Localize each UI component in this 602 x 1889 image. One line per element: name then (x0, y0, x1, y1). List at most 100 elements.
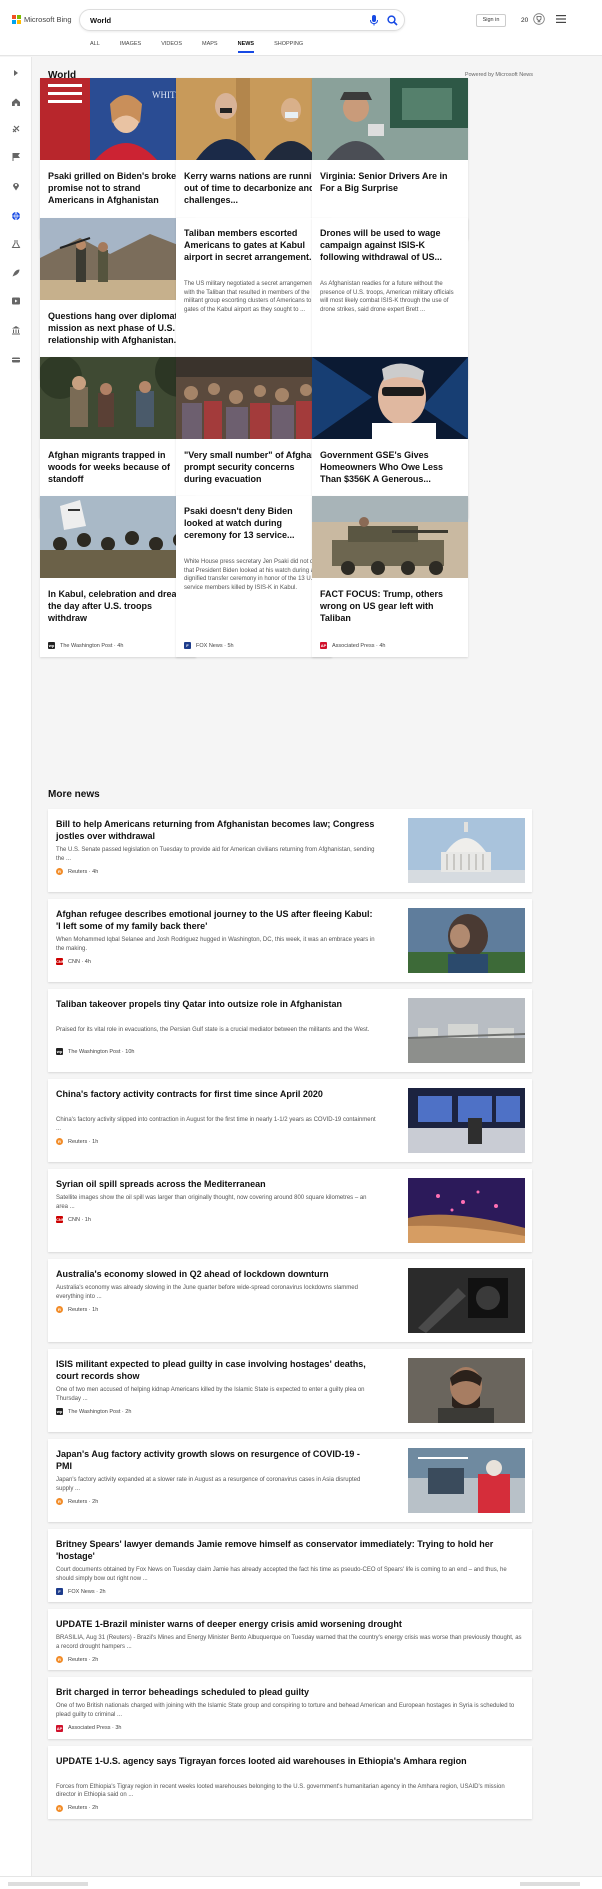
news-card[interactable]: Questions hang over diplomatic mission a… (40, 218, 196, 379)
search-input[interactable] (90, 14, 350, 27)
tab-shopping[interactable]: SHOPPING (274, 41, 303, 53)
news-source[interactable]: R Reuters · 1h (56, 1306, 98, 1314)
sidebar-home-icon[interactable] (11, 97, 21, 107)
news-card-title[interactable]: Virginia: Senior Drivers Are in For a Bi… (320, 170, 460, 194)
news-card[interactable]: Government GSE's Gives Homeowners Who Ow… (312, 357, 468, 518)
news-card[interactable]: Taliban members escorted Americans to ga… (176, 218, 332, 379)
sidebar-location-icon[interactable] (11, 181, 21, 191)
more-news-title[interactable]: ISIS militant expected to plead guilty i… (56, 1358, 376, 1382)
more-news-title[interactable]: UPDATE 1-Brazil minister warns of deeper… (56, 1618, 524, 1630)
search-box[interactable] (79, 9, 405, 31)
news-card-title[interactable]: Kerry warns nations are running out of t… (184, 170, 324, 206)
more-news-thumbnail[interactable] (408, 818, 525, 883)
news-card-image[interactable] (40, 357, 196, 439)
tab-videos[interactable]: VIDEOS (161, 41, 182, 53)
news-card[interactable]: WHITE HOUSE Psaki grilled on Biden's brok… (40, 78, 196, 239)
news-source[interactable]: CNN CNN · 4h (56, 958, 91, 966)
more-news-thumbnail[interactable] (408, 1358, 525, 1423)
sidebar-expand-icon[interactable] (11, 68, 21, 78)
microphone-icon[interactable] (369, 15, 379, 26)
news-source[interactable]: R Reuters · 1h (56, 1138, 98, 1146)
news-card-title[interactable]: "Very small number" of Afghans prompt se… (184, 449, 324, 485)
rewards-points[interactable]: 20 (521, 17, 528, 24)
news-card-image[interactable] (40, 496, 196, 578)
more-news-thumbnail[interactable] (408, 1178, 525, 1243)
more-news-title[interactable]: Britney Spears' lawyer demands Jamie rem… (56, 1538, 524, 1562)
news-source[interactable]: F FOX News · 5h (184, 642, 234, 649)
bing-logo[interactable]: Microsoft Bing (12, 15, 72, 24)
more-news-title[interactable]: Syrian oil spill spreads across the Medi… (56, 1178, 376, 1190)
more-news-item[interactable]: Bill to help Americans returning from Af… (48, 809, 532, 892)
more-news-item[interactable]: Australia's economy slowed in Q2 ahead o… (48, 1259, 532, 1342)
news-source[interactable]: AP Associated Press · 4h (320, 642, 386, 649)
more-news-item[interactable]: China's factory activity contracts for f… (48, 1079, 532, 1162)
more-news-item[interactable]: Brit charged in terror beheadings schedu… (48, 1677, 532, 1739)
news-source[interactable]: wp The Washington Post · 2h (56, 1408, 131, 1416)
more-news-title[interactable]: Taliban takeover propels tiny Qatar into… (56, 998, 376, 1010)
news-source[interactable]: AP Associated Press · 3h (56, 1724, 122, 1732)
news-card-title[interactable]: Taliban members escorted Americans to ga… (184, 227, 324, 263)
news-card[interactable]: Drones will be used to wage campaign aga… (312, 218, 468, 379)
search-icon[interactable] (387, 15, 398, 26)
more-news-item[interactable]: ISIS militant expected to plead guilty i… (48, 1349, 532, 1432)
sidebar-money-icon[interactable] (11, 355, 21, 365)
news-card[interactable]: In Kabul, celebration and dread the day … (40, 496, 196, 657)
sidebar-flag-icon[interactable] (11, 152, 21, 162)
news-source[interactable]: CNN CNN · 1h (56, 1216, 91, 1224)
more-news-thumbnail[interactable] (408, 1268, 525, 1333)
more-news-thumbnail[interactable] (408, 1448, 525, 1513)
news-card[interactable]: Kerry warns nations are running out of t… (176, 78, 332, 239)
sidebar-government-icon[interactable] (11, 325, 21, 335)
news-card[interactable]: Psaki doesn't deny Biden looked at watch… (176, 496, 332, 657)
more-news-item[interactable]: UPDATE 1-U.S. agency says Tigrayan force… (48, 1745, 532, 1819)
more-news-thumbnail[interactable] (408, 908, 525, 973)
news-card[interactable]: Virginia: Senior Drivers Are in For a Bi… (312, 78, 468, 239)
news-source[interactable]: R Reuters · 2h (56, 1804, 98, 1812)
more-news-title[interactable]: China's factory activity contracts for f… (56, 1088, 376, 1100)
news-card-image[interactable] (176, 357, 332, 439)
sidebar-rocket-icon[interactable] (11, 268, 21, 278)
news-source[interactable]: wp The Washington Post · 10h (56, 1048, 134, 1056)
news-card-title[interactable]: Drones will be used to wage campaign aga… (320, 227, 460, 263)
news-card-title[interactable]: Psaki doesn't deny Biden looked at watch… (184, 505, 324, 541)
news-source[interactable]: R Reuters · 4h (56, 868, 98, 876)
news-card[interactable]: FACT FOCUS: Trump, others wrong on US ge… (312, 496, 468, 657)
more-news-item[interactable]: Syrian oil spill spreads across the Medi… (48, 1169, 532, 1252)
hamburger-menu-icon[interactable] (556, 15, 566, 23)
more-news-item[interactable]: Britney Spears' lawyer demands Jamie rem… (48, 1529, 532, 1603)
news-card-image[interactable] (312, 78, 468, 160)
news-card-title[interactable]: Government GSE's Gives Homeowners Who Ow… (320, 449, 460, 485)
news-card-image[interactable] (176, 78, 332, 160)
more-news-title[interactable]: Brit charged in terror beheadings schedu… (56, 1686, 524, 1698)
sign-in-button[interactable]: Sign in (476, 14, 506, 27)
news-card-title[interactable]: Psaki grilled on Biden's broken promise … (48, 170, 188, 206)
news-card[interactable]: "Very small number" of Afghans prompt se… (176, 357, 332, 518)
tab-maps[interactable]: MAPS (202, 41, 218, 53)
news-card[interactable]: Afghan migrants trapped in woods for wee… (40, 357, 196, 518)
tab-images[interactable]: IMAGES (120, 41, 141, 53)
news-card-title[interactable]: Questions hang over diplomatic mission a… (48, 310, 188, 346)
sidebar-entertainment-icon[interactable] (11, 296, 21, 306)
sidebar-globe-icon[interactable] (11, 211, 21, 221)
more-news-thumbnail[interactable] (408, 998, 525, 1063)
more-news-thumbnail[interactable] (408, 1088, 525, 1153)
more-news-item[interactable]: Afghan refugee describes emotional journ… (48, 899, 532, 982)
news-card-image[interactable] (40, 218, 196, 300)
news-source[interactable]: wp The Washington Post · 4h (48, 642, 123, 649)
sidebar-sports-icon[interactable] (11, 124, 21, 134)
more-news-item[interactable]: Japan's Aug factory activity growth slow… (48, 1439, 532, 1522)
more-news-item[interactable]: UPDATE 1-Brazil minister warns of deeper… (48, 1609, 532, 1671)
more-news-title[interactable]: UPDATE 1-U.S. agency says Tigrayan force… (56, 1755, 524, 1767)
news-source[interactable]: R Reuters · 2h (56, 1498, 98, 1506)
news-card-title[interactable]: Afghan migrants trapped in woods for wee… (48, 449, 188, 485)
more-news-item[interactable]: Taliban takeover propels tiny Qatar into… (48, 989, 532, 1072)
news-source[interactable]: F FOX News · 2h (56, 1588, 106, 1596)
tab-all[interactable]: ALL (90, 41, 100, 53)
news-card-title[interactable]: FACT FOCUS: Trump, others wrong on US ge… (320, 588, 460, 624)
news-card-title[interactable]: In Kabul, celebration and dread the day … (48, 588, 188, 624)
news-card-image[interactable] (312, 496, 468, 578)
more-news-title[interactable]: Australia's economy slowed in Q2 ahead o… (56, 1268, 376, 1280)
tab-news[interactable]: NEWS (237, 41, 254, 53)
rewards-trophy-icon[interactable] (533, 13, 545, 25)
news-card-image[interactable]: WHITE HOUSE (40, 78, 196, 160)
